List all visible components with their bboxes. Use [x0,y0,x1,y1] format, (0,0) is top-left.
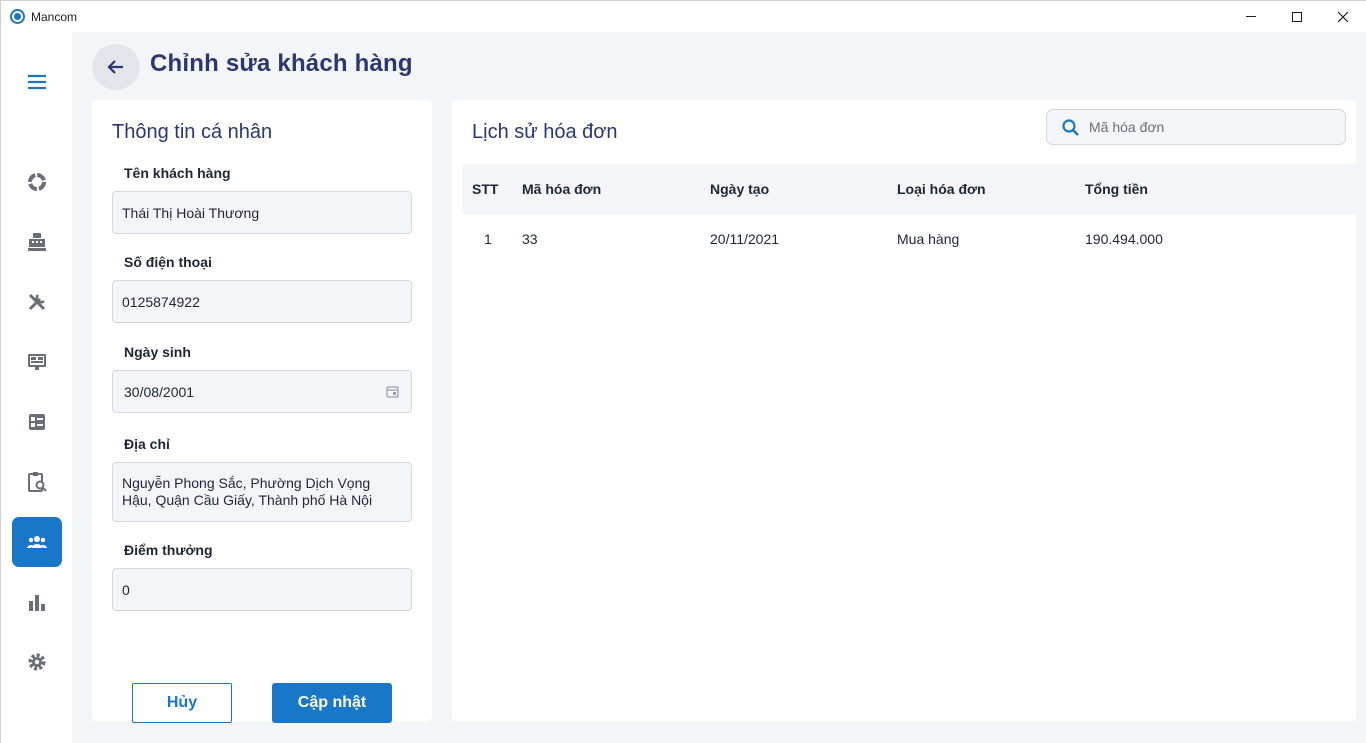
cell-invoice-code: 33 [522,231,538,247]
back-button[interactable] [92,44,140,90]
close-button[interactable] [1320,1,1366,32]
sidebar-item-overview[interactable] [12,157,62,207]
phone-label: Số điện thoại [124,254,212,270]
invoice-history-title: Lịch sử hóa đơn [472,121,618,143]
calendar-icon[interactable] [386,385,399,398]
minimize-icon [1246,16,1256,17]
arrow-left-icon [107,60,123,74]
minimize-button[interactable] [1228,1,1274,32]
points-field[interactable]: 0 [112,568,412,611]
cell-invoice-type: Mua hàng [897,231,960,247]
overview-icon [28,173,46,191]
sidebar-item-monitor[interactable] [12,337,62,387]
sidebar-item-customers[interactable] [12,517,62,567]
maximize-icon [1292,11,1302,22]
column-header-invoice-code: Mã hóa đơn [522,181,602,197]
dob-value: 30/08/2001 [124,383,195,400]
monitor-icon [28,354,46,370]
title-bar: Mancom [1,1,1366,32]
column-header-stt: STT [472,181,499,197]
maximize-button[interactable] [1274,1,1320,32]
menu-button[interactable] [12,57,62,107]
app-logo-icon [10,9,25,24]
invoice-history-card: Lịch sử hóa đơn STT Mã hóa đơn Ngày tạo … [452,100,1356,722]
column-header-total: Tổng tiền [1085,181,1148,197]
sidebar-item-search-records[interactable] [12,457,62,507]
sidebar-item-list[interactable] [12,397,62,447]
page-title: Chỉnh sửa khách hàng [150,50,413,77]
personal-info-card: Thông tin cá nhân Tên khách hàng Thái Th… [92,100,432,723]
column-header-invoice-type: Loại hóa đơn [897,181,986,197]
close-icon [1337,11,1349,22]
table-header: STT Mã hóa đơn Ngày tạo Loại hóa đơn Tổn… [462,164,1356,214]
address-field[interactable]: Nguyễn Phong Sắc, Phường Dịch Vọng Hậu, … [112,462,412,522]
column-header-created-date: Ngày tạo [710,181,770,197]
menu-icon [28,74,46,90]
dob-field[interactable]: 30/08/2001 [112,370,412,413]
search-icon [1062,119,1079,136]
clipboard-search-icon [28,472,47,492]
customer-name-field[interactable]: Thái Thị Hoài Thương [112,191,412,234]
sidebar-item-reports[interactable] [12,577,62,627]
app-window: Mancom Chỉnh sửa khách hàng Thông tin cá… [0,0,1366,743]
cancel-button[interactable]: Hủy [132,683,232,723]
search-box[interactable] [1046,109,1346,145]
sidebar-item-tools[interactable] [12,277,62,327]
customer-name-label: Tên khách hàng [124,165,231,181]
address-label: Địa chỉ [124,436,170,452]
search-input[interactable] [1089,110,1339,144]
cell-created-date: 20/11/2021 [710,231,780,247]
bar-chart-icon [29,595,45,611]
cash-register-icon [28,233,46,251]
sidebar-item-sales[interactable] [12,217,62,267]
tools-icon [28,293,46,311]
customers-icon [27,536,47,548]
update-button[interactable]: Cập nhật [272,683,392,723]
window-title: Mancom [31,10,78,24]
cell-total: 190.494.000 [1085,231,1163,247]
cell-stt: 1 [484,231,492,247]
settings-icon [28,653,46,671]
dob-label: Ngày sinh [124,344,191,360]
phone-field[interactable]: 0125874922 [112,280,412,323]
points-label: Điểm thưởng [124,542,213,558]
sidebar-item-settings[interactable] [12,637,62,687]
personal-info-title: Thông tin cá nhân [112,121,273,143]
sidebar [1,32,72,743]
dashboard-list-icon [29,414,45,430]
table-row[interactable]: 1 33 20/11/2021 Mua hàng 190.494.000 [462,214,1356,264]
main-content: Chỉnh sửa khách hàng Thông tin cá nhân T… [72,32,1366,743]
